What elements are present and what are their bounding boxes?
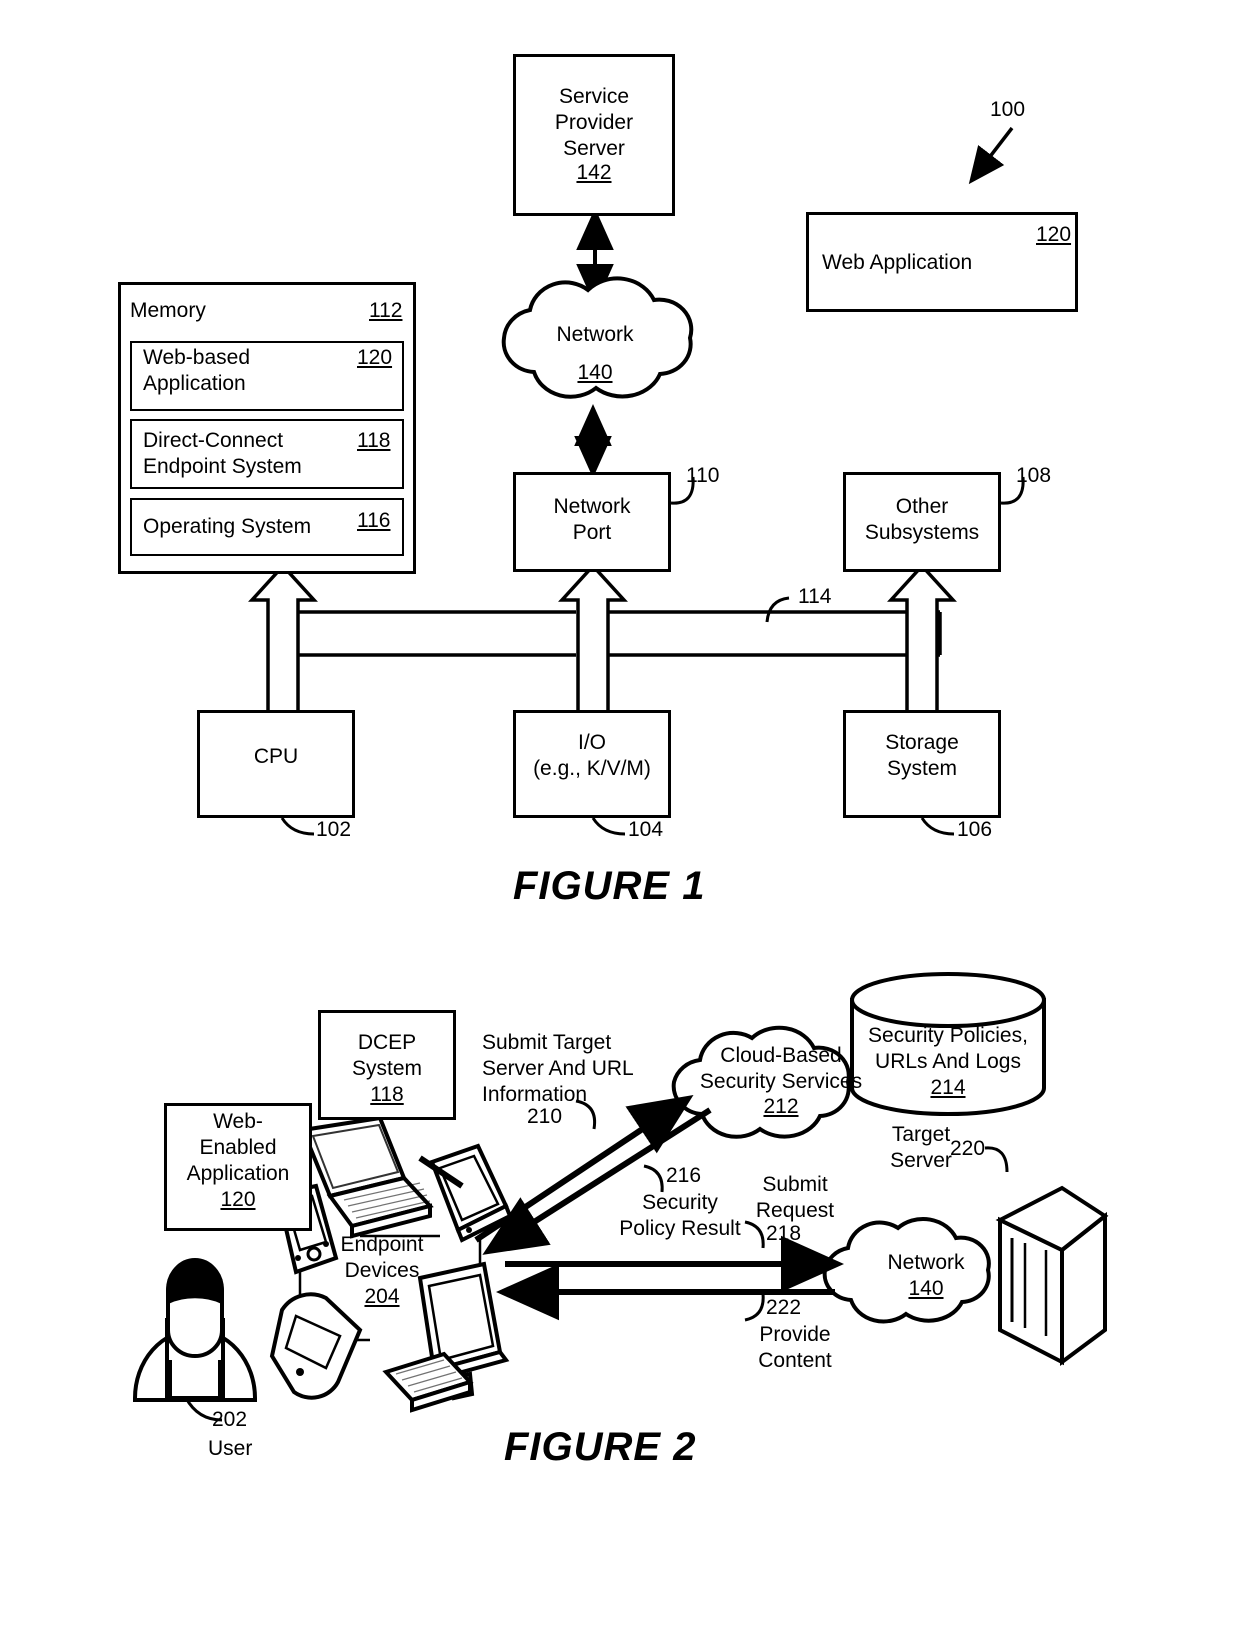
cpu-label: CPU [253, 745, 299, 768]
cpu-ref: 102 [316, 818, 352, 841]
web-application-ref: 120 [1036, 223, 1072, 246]
security-policy-result-ref: 216 [666, 1164, 702, 1187]
connector-endpoint-network [496, 1235, 844, 1321]
web-enabled-application-label: Web- Enabled Application [186, 1110, 290, 1185]
network-cloud-label: Network [556, 323, 634, 346]
patent-drawing-sheet: Service Provider Server 142 Network 140 … [0, 0, 1240, 1631]
target-server-ref: 220 [950, 1137, 986, 1160]
service-provider-server-label: Service Provider Server [554, 85, 634, 160]
io-label: I/O (e.g., K/V/M) [533, 731, 651, 780]
endpoint-devices-ref: 204 [364, 1285, 400, 1308]
figure2-caption: FIGURE 2 [504, 1425, 697, 1469]
dcep-system-ref: 118 [370, 1083, 404, 1106]
web-application-label: Web Application [822, 251, 973, 274]
user-illustration [133, 1258, 257, 1402]
network-cloud-label-fig2: Network [887, 1251, 965, 1274]
dcep-system-label: DCEP System [351, 1031, 422, 1080]
target-server-illustration [995, 1185, 1109, 1366]
security-policies-db-ref: 214 [930, 1076, 966, 1099]
user-label: User [208, 1437, 253, 1460]
system-ref-arrow-100 [968, 126, 1014, 185]
web-based-application-label: Web-based Application [143, 346, 251, 395]
submit-target-server-url-ref: 210 [527, 1105, 563, 1128]
submit-target-server-url-label: Submit Target Server And URL Information [482, 1031, 634, 1106]
other-subsystems-label: Other Subsystems [864, 495, 980, 544]
io-ref: 104 [628, 818, 664, 841]
storage-system-label: Storage System [885, 731, 959, 780]
memory-label: Memory [130, 299, 206, 322]
security-policy-result-label: Security Policy Result [619, 1191, 741, 1240]
security-policies-db-label: Security Policies, URLs And Logs [868, 1024, 1028, 1073]
figure1-caption: FIGURE 1 [513, 864, 706, 908]
network-port-label: Network Port [553, 495, 631, 544]
user-ref: 202 [212, 1408, 248, 1431]
web-enabled-application-ref: 120 [220, 1188, 256, 1211]
network-cloud-ref-fig2: 140 [908, 1277, 944, 1300]
provide-content-label: Provide Content [758, 1323, 832, 1372]
memory-ref: 112 [369, 299, 403, 322]
submit-request-ref: 218 [766, 1222, 802, 1245]
operating-system-ref: 116 [357, 509, 391, 532]
system-ref-100: 100 [990, 98, 1026, 121]
system-bus-ref: 114 [798, 585, 832, 608]
endpoint-devices-label: Endpoint Devices [340, 1233, 424, 1282]
provide-content-ref: 222 [766, 1296, 802, 1319]
network-port-ref: 110 [686, 464, 720, 487]
web-based-application-ref: 120 [357, 346, 393, 369]
storage-system-ref: 106 [957, 818, 993, 841]
operating-system-label: Operating System [143, 515, 312, 538]
direct-connect-endpoint-system-ref: 118 [357, 429, 391, 452]
direct-connect-endpoint-system-label: Direct-Connect Endpoint System [143, 429, 302, 478]
service-provider-server-ref: 142 [576, 161, 612, 184]
network-cloud-ref: 140 [577, 361, 613, 384]
submit-request-label: Submit Request [755, 1173, 835, 1222]
other-subsystems-ref: 108 [1016, 464, 1052, 487]
